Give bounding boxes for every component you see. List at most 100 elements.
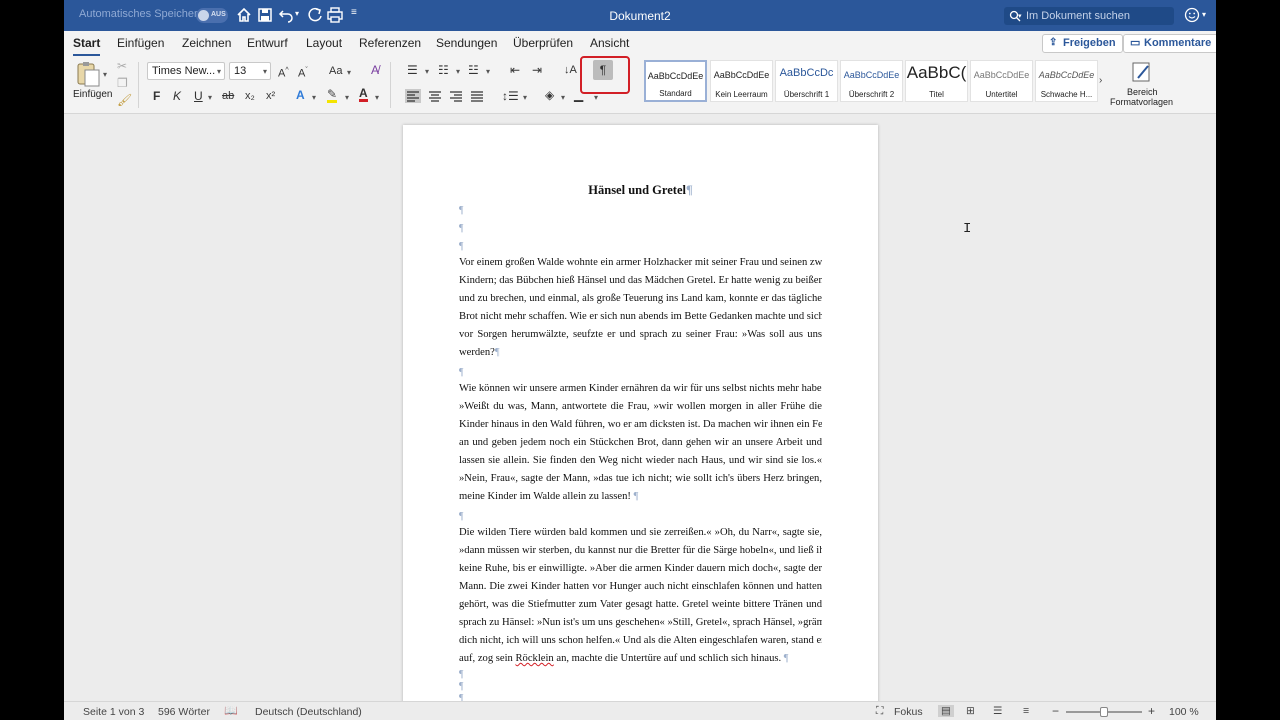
style-titel[interactable]: AaBbC( Titel (905, 60, 968, 102)
font-name-dropdown[interactable]: Times New... ▾ (147, 62, 225, 80)
copy-icon[interactable]: ❐ (117, 76, 128, 90)
print-icon[interactable] (327, 7, 343, 23)
paste-chevron-icon[interactable]: ▾ (103, 70, 107, 79)
cut-icon[interactable]: ✂ (117, 59, 127, 73)
align-right-icon[interactable] (448, 89, 464, 103)
redo-icon[interactable] (307, 7, 323, 23)
styles-pane-icon[interactable] (1130, 60, 1154, 84)
tab-entwurf[interactable]: Entwurf (247, 36, 288, 50)
autosave-toggle[interactable]: AUS (196, 8, 228, 23)
zoom-out-icon[interactable]: − (1052, 704, 1059, 718)
line-spacing-chevron-icon[interactable]: ▾ (523, 93, 527, 102)
highlight-chevron-icon[interactable]: ▾ (345, 93, 349, 102)
outline-view-icon[interactable]: ☰ (993, 705, 1002, 717)
style-ueberschrift-2[interactable]: AaBbCcDdEe Überschrift 2 (840, 60, 903, 102)
clear-formatting-icon[interactable]: A̸ (371, 63, 379, 77)
text-effects-chevron-icon[interactable]: ▾ (312, 93, 316, 102)
proofing-icon[interactable]: 📖 (224, 704, 238, 717)
align-center-icon[interactable] (427, 89, 443, 103)
shading-chevron-icon[interactable]: ▾ (561, 93, 565, 102)
word-count[interactable]: 596 Wörter (158, 706, 210, 718)
customize-toolbar-icon[interactable]: ≡ (351, 7, 357, 18)
document-page[interactable]: Hänsel und Gretel¶ ¶ ¶ ¶ Vor einem große… (403, 125, 878, 720)
page-count[interactable]: Seite 1 von 3 (83, 706, 144, 718)
underline-chevron-icon[interactable]: ▾ (208, 93, 212, 102)
tab-ansicht[interactable]: Ansicht (590, 36, 629, 50)
strikethrough-button[interactable]: ab (222, 89, 234, 103)
tab-start[interactable]: Start (73, 36, 101, 56)
font-size-dropdown[interactable]: 13 ▾ (229, 62, 271, 80)
print-layout-icon[interactable]: ▤ (938, 705, 954, 717)
style-ueberschrift-1[interactable]: AaBbCcDc Überschrift 1 (775, 60, 838, 102)
numbering-chevron-icon[interactable]: ▾ (456, 67, 460, 76)
misspelled-word[interactable]: Röcklein (515, 653, 553, 664)
shading-icon[interactable]: ◈ (545, 88, 554, 102)
bullets-icon[interactable]: ☰ (407, 63, 418, 77)
multilevel-chevron-icon[interactable]: ▾ (486, 67, 490, 76)
font-color-chevron-icon[interactable]: ▾ (375, 93, 379, 102)
multilevel-list-icon[interactable]: ☳ (468, 63, 479, 77)
zoom-in-icon[interactable]: + (1148, 704, 1155, 718)
numbering-icon[interactable]: ☷ (438, 63, 449, 77)
borders-chevron-icon[interactable]: ▾ (594, 93, 598, 102)
undo-chevron-icon[interactable]: ▾ (295, 9, 299, 18)
style-sample: AaBbCcDdEe (647, 71, 704, 81)
focus-label[interactable]: Fokus (894, 706, 923, 718)
shrink-font-icon[interactable]: Aˇ (298, 64, 308, 81)
search-box[interactable]: ▾ Im Dokument suchen (1004, 7, 1174, 25)
style-schwache-hervorhebung[interactable]: AaBbCcDdEe Schwache H... (1035, 60, 1098, 102)
tab-einfuegen[interactable]: Einfügen (117, 36, 164, 50)
style-name: Schwache H... (1040, 90, 1093, 99)
highlight-icon[interactable]: ✎ (327, 88, 338, 103)
font-name-value: Times New... (152, 65, 216, 77)
font-color-icon[interactable]: A (359, 87, 368, 102)
line-spacing-icon[interactable]: ↕☰ (502, 89, 519, 103)
superscript-button[interactable]: x² (266, 89, 275, 103)
justify-icon[interactable] (469, 89, 485, 103)
tab-ueberpruefen[interactable]: Überprüfen (513, 36, 573, 50)
account-smiley-icon[interactable] (1184, 7, 1200, 23)
comments-button[interactable]: ▭ Kommentare (1123, 34, 1216, 53)
sort-icon[interactable]: ↓A (564, 63, 577, 77)
paste-icon[interactable] (74, 60, 102, 88)
tab-zeichnen[interactable]: Zeichnen (182, 36, 231, 50)
language[interactable]: Deutsch (Deutschland) (255, 706, 362, 718)
style-untertitel[interactable]: AaBbCcDdEe Untertitel (970, 60, 1033, 102)
document-canvas[interactable]: Hänsel und Gretel¶ ¶ ¶ ¶ Vor einem große… (64, 115, 1216, 720)
draft-view-icon[interactable]: ≡ (1023, 705, 1029, 717)
change-case-chevron-icon[interactable]: ▾ (347, 68, 351, 77)
subscript-button[interactable]: x₂ (245, 89, 255, 103)
text-effects-icon[interactable]: A (296, 88, 305, 102)
tab-sendungen[interactable]: Sendungen (436, 36, 497, 50)
share-button[interactable]: ⇪ Freigeben (1042, 34, 1123, 53)
focus-icon[interactable]: ⛶ (876, 705, 883, 718)
undo-icon[interactable] (278, 7, 294, 23)
grow-font-icon[interactable]: A^ (278, 64, 289, 81)
tab-layout[interactable]: Layout (306, 36, 342, 50)
tab-referenzen[interactable]: Referenzen (359, 36, 421, 50)
decrease-indent-icon[interactable]: ⇤ (510, 63, 520, 77)
increase-indent-icon[interactable]: ⇥ (532, 63, 542, 77)
borders-icon[interactable]: ▁ (574, 88, 583, 102)
save-icon[interactable] (257, 7, 273, 23)
style-kein-leerraum[interactable]: AaBbCcDdEe Kein Leerraum (710, 60, 773, 102)
zoom-level[interactable]: 100 % (1169, 706, 1199, 718)
bold-button[interactable]: F (153, 89, 160, 103)
change-case-icon[interactable]: Aa (329, 64, 342, 78)
chevron-right-icon[interactable]: › (1099, 75, 1102, 86)
web-layout-icon[interactable]: ⊞ (966, 705, 975, 717)
text-line: keine Ruhe, bis er einwilligte. »Aber di… (459, 563, 822, 574)
empty-paragraph-mark: ¶ (459, 511, 464, 522)
underline-button[interactable]: U (194, 89, 203, 103)
text-line: an und geben jedem noch ein Stückchen Br… (459, 437, 822, 448)
zoom-slider-thumb[interactable] (1100, 707, 1108, 717)
style-standard[interactable]: AaBbCcDdEe Standard (644, 60, 707, 102)
home-icon[interactable] (236, 7, 252, 23)
pilcrow-mark: ¶ (685, 183, 693, 197)
bullets-chevron-icon[interactable]: ▾ (425, 67, 429, 76)
italic-button[interactable]: K (173, 89, 181, 103)
format-painter-icon[interactable]: 🖌 (117, 93, 132, 107)
account-chevron-icon[interactable]: ▾ (1202, 10, 1206, 19)
align-left-icon[interactable] (405, 89, 421, 103)
text-run: werden? (459, 347, 495, 358)
